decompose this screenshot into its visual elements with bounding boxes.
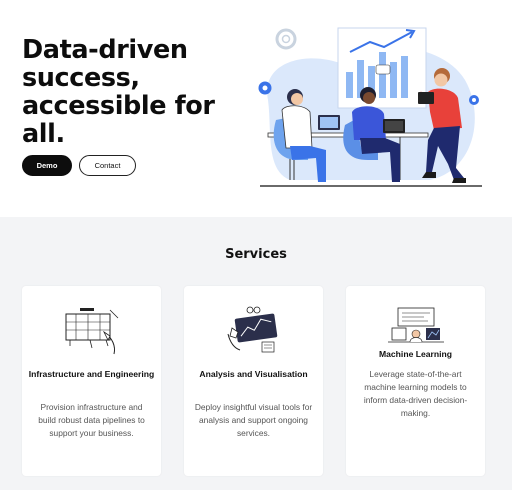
service-card-description: Leverage state-of-the-art machine learni… — [363, 369, 468, 418]
service-card-title: Analysis and Visualisation — [199, 369, 308, 379]
gear-icon — [258, 81, 272, 95]
blueprint-icon — [65, 308, 119, 355]
gear-icon — [275, 28, 297, 50]
hero-section: Data-driven success, accessible for all.… — [0, 0, 512, 217]
service-card-title: Machine Learning — [378, 349, 453, 359]
analytics-tablet-icon — [227, 306, 278, 353]
service-card-description: Provision infrastructure and build robus… — [38, 402, 145, 438]
services-title: Services — [225, 247, 287, 262]
services-section: Services Infrastructure and Engineering … — [0, 217, 512, 490]
demo-button[interactable]: Demo — [22, 155, 72, 176]
gear-icon — [469, 95, 479, 105]
service-card-title: Infrastructure and Engineering — [28, 369, 155, 379]
team-analytics-illustration — [258, 27, 482, 187]
service-card-analysis: Analysis and Visualisation Deploy insigh… — [184, 286, 323, 476]
hero-title: Data-driven success, accessible for all. — [22, 35, 215, 149]
service-card-machine-learning: Machine Learning Leverage state-of-the-a… — [346, 286, 485, 476]
service-card-description: Deploy insightful visual tools for analy… — [194, 402, 313, 438]
contact-button[interactable]: Contact — [79, 155, 136, 176]
service-card-infrastructure: Infrastructure and Engineering Provision… — [22, 286, 161, 476]
